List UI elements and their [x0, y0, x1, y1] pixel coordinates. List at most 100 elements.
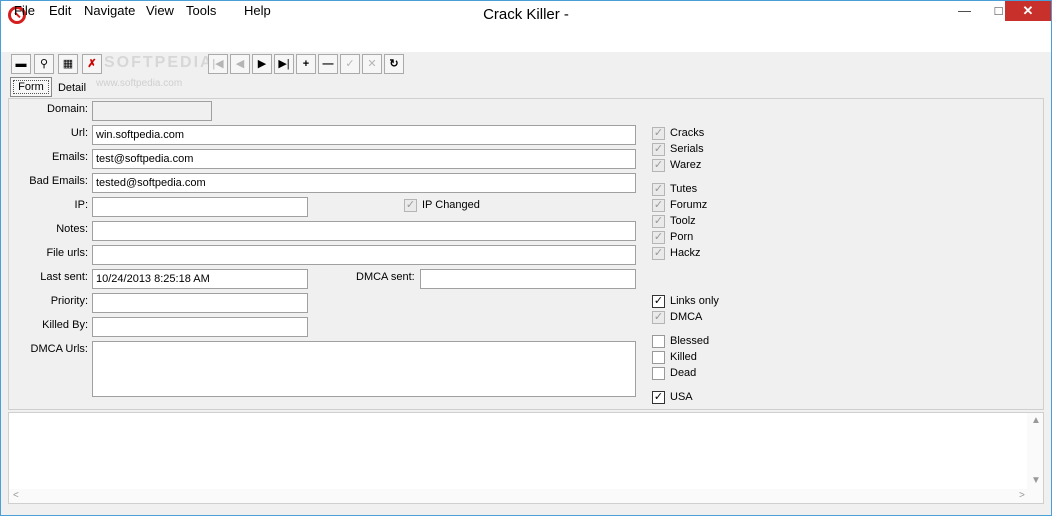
empty-box-icon: [652, 335, 665, 348]
search-icon[interactable]: ⚲: [34, 54, 54, 74]
ip-field[interactable]: [92, 197, 308, 217]
first-record-icon[interactable]: |◀: [208, 54, 228, 74]
tutes-checkbox[interactable]: ✓ Tutes: [652, 183, 732, 197]
serials-checkbox[interactable]: ✓ Serials: [652, 143, 732, 157]
scroll-up-icon[interactable]: ▲: [1031, 415, 1041, 426]
check-icon: ✓: [652, 247, 665, 260]
vertical-scrollbar[interactable]: ▲ ▼: [1027, 413, 1043, 489]
scroll-down-icon[interactable]: ▼: [1031, 475, 1041, 486]
scroll-left-icon[interactable]: <: [13, 490, 19, 501]
ip-label: IP:: [74, 199, 88, 211]
serials-label: Serials: [670, 143, 704, 155]
check-icon: ✓: [404, 199, 417, 212]
menu-edit[interactable]: Edit: [49, 3, 71, 18]
insert-record-icon[interactable]: +: [296, 54, 316, 74]
dmca-sent-label: DMCA sent:: [356, 271, 415, 283]
porn-label: Porn: [670, 231, 694, 243]
hackz-checkbox[interactable]: ✓ Hackz: [652, 247, 732, 261]
cracks-checkbox[interactable]: ✓ Cracks: [652, 127, 732, 141]
check-icon: ✓: [652, 295, 665, 308]
minimize-button[interactable]: —: [950, 1, 979, 21]
refresh-icon[interactable]: ↻: [384, 54, 404, 74]
empty-box-icon: [652, 367, 665, 380]
menu-tools[interactable]: Tools: [186, 3, 216, 18]
notes-label: Notes:: [56, 223, 88, 235]
dmca-label: DMCA: [670, 311, 703, 323]
dmca-checkbox[interactable]: ✓ DMCA: [652, 311, 732, 325]
check-icon: ✓: [652, 127, 665, 140]
prior-record-icon[interactable]: ◀: [230, 54, 250, 74]
warez-checkbox[interactable]: ✓ Warez: [652, 159, 732, 173]
priority-label: Priority:: [50, 295, 88, 307]
dmca-urls-field[interactable]: [92, 341, 636, 397]
killed-by-label: Killed By:: [42, 319, 88, 331]
blessed-checkbox[interactable]: Blessed: [652, 335, 732, 349]
domain-field[interactable]: [92, 101, 212, 121]
menu-navigate[interactable]: Navigate: [84, 3, 135, 18]
check-icon: ✓: [652, 215, 665, 228]
delete-record-minus-icon[interactable]: —: [318, 54, 338, 74]
last-sent-field[interactable]: 10/24/2013 8:25:18 AM: [92, 269, 308, 289]
post-edit-icon[interactable]: ✓: [340, 54, 360, 74]
menu-bar: [1, 30, 1051, 52]
dmca-sent-field[interactable]: [420, 269, 636, 289]
usa-checkbox[interactable]: ✓ USA: [652, 391, 732, 405]
last-sent-label: Last sent:: [40, 271, 88, 283]
cracks-label: Cracks: [670, 127, 705, 139]
check-icon: ✓: [652, 311, 665, 324]
check-icon: ✓: [652, 183, 665, 196]
bad-emails-label: Bad Emails:: [29, 175, 88, 187]
ip-changed-checkbox[interactable]: ✓ IP Changed: [404, 199, 494, 213]
dmca-urls-label: DMCA Urls:: [30, 343, 88, 355]
menu-help[interactable]: Help: [244, 3, 271, 18]
links-only-checkbox[interactable]: ✓ Links only: [652, 295, 742, 309]
tab-detail[interactable]: Detail: [54, 79, 90, 97]
horizontal-scrollbar[interactable]: < >: [9, 489, 1043, 503]
emails-field[interactable]: test@softpedia.com: [92, 149, 636, 169]
next-record-icon[interactable]: ▶: [252, 54, 272, 74]
check-icon: ✓: [652, 143, 665, 156]
url-field[interactable]: win.softpedia.com: [92, 125, 636, 145]
key-icon[interactable]: ▬: [11, 54, 31, 74]
toolz-label: Toolz: [670, 215, 696, 227]
watermark-logo: SOFTPEDIA: [104, 54, 214, 71]
warez-label: Warez: [670, 159, 702, 171]
calendar-icon[interactable]: ▦: [58, 54, 78, 74]
killed-by-field[interactable]: [92, 317, 308, 337]
menu-view[interactable]: View: [146, 3, 174, 18]
check-icon: ✓: [652, 199, 665, 212]
domain-label: Domain:: [47, 103, 88, 115]
dead-checkbox[interactable]: Dead: [652, 367, 732, 381]
hackz-label: Hackz: [670, 247, 701, 259]
check-icon: ✓: [652, 231, 665, 244]
check-icon: ✓: [652, 391, 665, 404]
url-label: Url:: [70, 127, 88, 139]
forumz-checkbox[interactable]: ✓ Forumz: [652, 199, 732, 213]
file-urls-field[interactable]: [92, 245, 636, 265]
tutes-label: Tutes: [670, 183, 698, 195]
usa-label: USA: [670, 391, 693, 403]
porn-checkbox[interactable]: ✓ Porn: [652, 231, 732, 245]
cancel-edit-icon[interactable]: ✕: [362, 54, 382, 74]
links-only-label: Links only: [670, 295, 719, 307]
killed-label: Killed: [670, 351, 697, 363]
notes-field[interactable]: [92, 221, 636, 241]
file-urls-label: File urls:: [46, 247, 88, 259]
forumz-label: Forumz: [670, 199, 708, 211]
dead-label: Dead: [670, 367, 697, 379]
watermark-url: www.softpedia.com: [96, 78, 183, 89]
last-record-icon[interactable]: ▶|: [274, 54, 294, 74]
priority-field[interactable]: [92, 293, 308, 313]
menu-file[interactable]: File: [14, 3, 35, 18]
tab-form[interactable]: Form: [10, 77, 52, 97]
delete-record-icon[interactable]: ✗: [82, 54, 102, 74]
toolz-checkbox[interactable]: ✓ Toolz: [652, 215, 732, 229]
blessed-label: Blessed: [670, 335, 710, 347]
bad-emails-field[interactable]: tested@softpedia.com: [92, 173, 636, 193]
killed-checkbox[interactable]: Killed: [652, 351, 732, 365]
close-button[interactable]: ✕: [1005, 1, 1051, 21]
scroll-right-icon[interactable]: >: [1019, 490, 1025, 501]
emails-label: Emails:: [51, 151, 88, 163]
empty-box-icon: [652, 351, 665, 364]
ip-changed-label: IP Changed: [422, 199, 480, 211]
